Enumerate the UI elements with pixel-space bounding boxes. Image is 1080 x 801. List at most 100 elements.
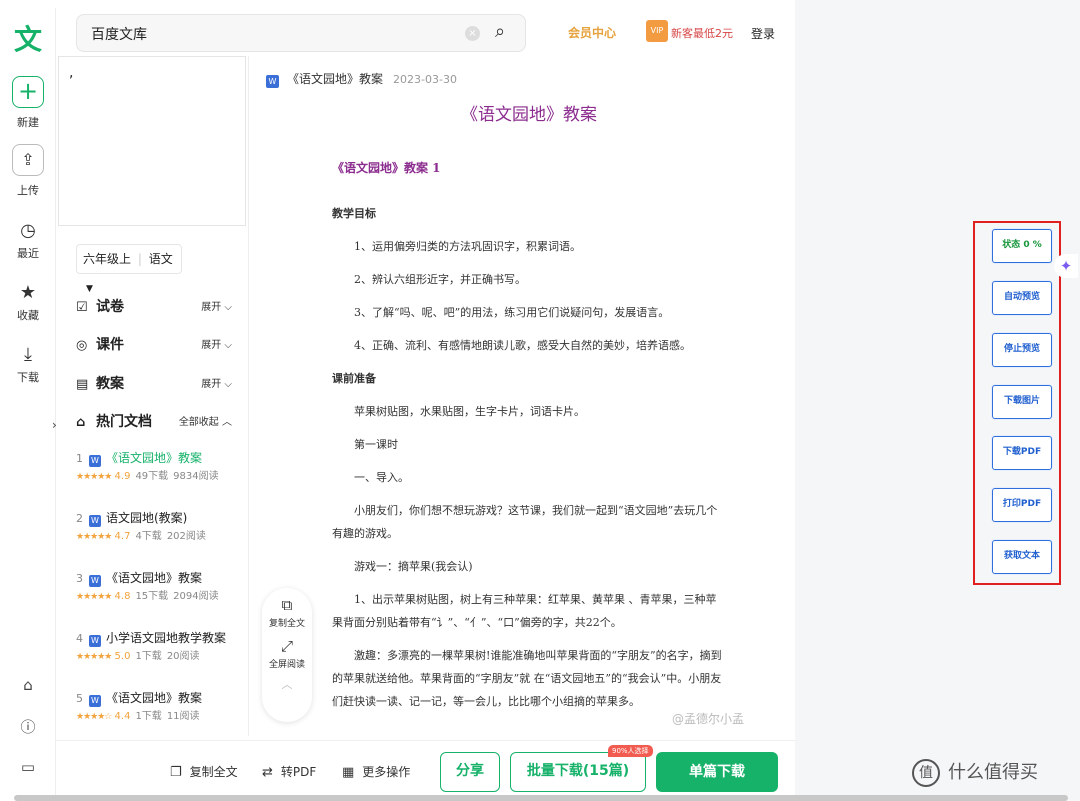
category-label: 课件 [96, 337, 124, 353]
more-actions-button[interactable]: ▦ 更多操作 [342, 763, 410, 780]
to-pdf-button[interactable]: ⇄ 转PDF [262, 763, 316, 780]
list-item[interactable]: 5 W 《语文园地》教案 ★★★★☆ 4.4 1下载 11阅读 [76, 688, 246, 748]
rating-stars: ★★★★★ [76, 592, 112, 602]
brand-logo-icon: 值 [912, 759, 940, 787]
sparkle-icon[interactable]: ✦ [1054, 254, 1078, 278]
sidebar-collapse-icon[interactable]: › [52, 418, 57, 432]
to-pdf-label: 转PDF [280, 765, 317, 779]
exam-icon: ☑ [76, 300, 88, 315]
grade-subject-select[interactable]: 六年级上 | 语文 ▼ [76, 244, 182, 294]
vip-center-link[interactable]: 会员中心 [568, 24, 616, 41]
item-title: 语文园地(教案) [106, 511, 188, 525]
item-reads: 9834阅读 [173, 471, 219, 482]
expand-label: 展开 [201, 379, 222, 390]
print-pdf-button[interactable]: 打印PDF [992, 488, 1052, 522]
rail-recent-label: 最近 [17, 247, 39, 260]
category-hot-docs[interactable]: ⌂ 热门文档 全部收起 ︿ [76, 411, 236, 433]
single-download-button[interactable]: 单篇下载 [656, 752, 778, 792]
expand-label: 展开 [201, 302, 222, 313]
stop-preview-button[interactable]: 停止预览 [992, 333, 1052, 367]
horizontal-scrollbar[interactable] [14, 795, 1068, 801]
scroll-top-icon[interactable]: ︿ [262, 676, 312, 692]
item-downloads: 15下载 [135, 591, 169, 602]
batch-download-button[interactable]: 批量下载(15篇) [510, 752, 646, 792]
document-header: W 《语文园地》教案 2023-03-30 [266, 70, 457, 88]
download-pdf-button[interactable]: 下载PDF [992, 436, 1052, 470]
list-item[interactable]: 3 W 《语文园地》教案 ★★★★★ 4.8 15下载 2094阅读 [76, 568, 246, 628]
share-button[interactable]: 分享 [440, 752, 500, 792]
collapse-toggle[interactable]: 全部收起 ︿ [179, 413, 232, 428]
more-actions-label: 更多操作 [362, 765, 411, 779]
list-item[interactable]: 4 W 小学语文园地教学教案 ★★★★★ 5.0 1下载 20阅读 [76, 628, 246, 688]
rail-new[interactable]: + 新建 [0, 76, 56, 130]
rail-downloads[interactable]: ⤓ 下载 [0, 344, 56, 385]
get-text-button[interactable]: 获取文本 [992, 540, 1052, 574]
expand-label: 展开 [201, 340, 222, 351]
item-downloads: 1下载 [135, 651, 162, 662]
login-button[interactable]: 登录 [751, 25, 775, 42]
plus-icon: + [12, 76, 44, 108]
rail-favorites-label: 收藏 [17, 309, 39, 322]
list-item[interactable]: 2 W 语文园地(教案) ★★★★★ 4.7 4下载 202阅读 [76, 508, 246, 568]
popular-tag: 90%人选择 [608, 745, 653, 757]
word-file-icon: W [89, 455, 101, 467]
status-button[interactable]: 状态 0 % [992, 229, 1052, 263]
rail-upload[interactable]: ⇪ 上传 [0, 144, 56, 198]
list-item[interactable]: 1 W 《语文园地》教案 ★★★★★ 4.9 49下载 9834阅读 [76, 448, 246, 508]
floating-tools: ⧉ 复制全文 ⤢ 全屏阅读 ︿ [262, 588, 312, 722]
word-file-icon: W [89, 515, 101, 527]
download-images-button[interactable]: 下载图片 [992, 385, 1052, 419]
document-thumbnail[interactable]: , [58, 56, 246, 226]
wenku-logo[interactable]: 文 [10, 22, 46, 58]
fullscreen-button[interactable]: ⤢ 全屏阅读 [262, 629, 312, 670]
copy-icon: ⧉ [281, 596, 293, 614]
rating-stars: ★★★★★ [76, 532, 112, 542]
word-file-icon: W [89, 575, 101, 587]
expand-toggle[interactable]: 展开 ⌵ [201, 298, 232, 313]
document-paragraph: 教学目标 [332, 207, 376, 220]
search-icon[interactable]: ⌕ [495, 21, 505, 42]
search-input[interactable] [91, 24, 451, 44]
category-label: 教案 [96, 376, 124, 392]
expand-toggle[interactable]: 展开 ⌵ [201, 336, 232, 351]
search-box: × ⌕ [76, 14, 526, 52]
document-paragraph: 一、导入。 [354, 471, 409, 484]
category-exam[interactable]: ☑ 试卷 展开 ⌵ [76, 296, 236, 318]
auto-preview-button[interactable]: 自动预览 [992, 281, 1052, 315]
item-score: 4.8 [114, 591, 131, 602]
fullscreen-label: 全屏阅读 [268, 660, 305, 670]
home-icon: ⌂ [76, 415, 86, 430]
rating-stars: ★★★★★ [76, 652, 112, 662]
chevron-up-icon: ︿ [222, 417, 232, 428]
thumbnail-text: , [69, 65, 74, 81]
rail-new-label: 新建 [17, 116, 39, 129]
rail-favorites[interactable]: ★ 收藏 [0, 282, 56, 323]
document-paragraph: 2、辨认六组形近字，并正确书写。 [354, 273, 526, 286]
vip-promo-link[interactable]: 新客最低2元 [671, 25, 733, 41]
gift-icon[interactable]: ⌂ [0, 676, 56, 694]
document-date: 2023-03-30 [393, 73, 457, 86]
expand-toggle[interactable]: 展开 ⌵ [201, 375, 232, 390]
item-number: 1 [76, 452, 83, 465]
hot-docs-list: 1 W 《语文园地》教案 ★★★★★ 4.9 49下载 9834阅读 2 W 语文园地(教案… [76, 448, 246, 748]
download-icon: ⤓ [24, 344, 32, 365]
copy-all-button[interactable]: ❐ 复制全文 [170, 763, 238, 780]
copy-icon: ❐ [170, 765, 182, 780]
grade-label: 六年级上 [83, 252, 132, 266]
tool-panel: 状态 0 % 自动预览 停止预览 下载图片 下载PDF 打印PDF 获取文本 [973, 221, 1061, 585]
lesson-plan-icon: ▤ [76, 377, 89, 392]
rail-downloads-label: 下载 [17, 371, 39, 384]
copy-all-float-button[interactable]: ⧉ 复制全文 [262, 588, 312, 629]
rail-recent[interactable]: ◷ 最近 [0, 220, 56, 261]
clear-icon[interactable]: × [465, 26, 480, 41]
expand-icon: ⤢ [280, 637, 293, 655]
category-courseware[interactable]: ◎ 课件 展开 ⌵ [76, 334, 236, 356]
rail-upload-label: 上传 [17, 184, 39, 197]
category-lesson-plan[interactable]: ▤ 教案 展开 ⌵ [76, 373, 236, 395]
item-score: 5.0 [114, 651, 131, 662]
document-paragraph: 3、了解“吗、呢、吧”的用法，练习用它们说疑问句，发展语言。 [354, 306, 670, 319]
item-reads: 2094阅读 [173, 591, 219, 602]
desktop-icon[interactable]: ▭ [0, 758, 56, 776]
vip-badge-icon: VIP [646, 20, 668, 42]
help-icon[interactable]: ⓘ [0, 716, 56, 737]
